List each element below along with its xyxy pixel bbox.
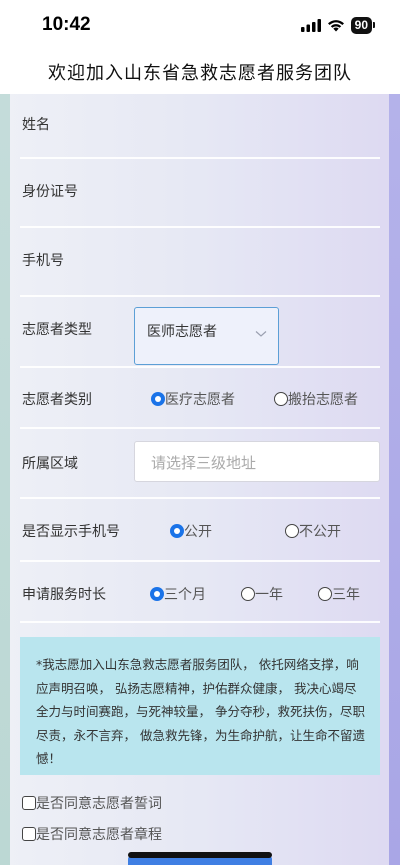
- name-field[interactable]: 姓名: [10, 94, 390, 158]
- divider: [20, 157, 380, 159]
- agree-charter-label: 是否同意志愿者章程: [36, 827, 162, 843]
- radio-unselected-icon: [274, 392, 288, 406]
- divider: [20, 226, 380, 228]
- volunteer-category-label: 志愿者类别: [22, 392, 92, 408]
- radio-unselected-icon: [285, 524, 299, 538]
- divider: [20, 295, 380, 297]
- agree-oath-checkbox[interactable]: 是否同意志愿者誓词: [22, 793, 162, 813]
- volunteer-oath-notice: *我志愿加入山东急救志愿者服务团队， 依托网络支撑，响应声明召唤， 弘扬志愿精神…: [20, 637, 380, 775]
- chevron-down-icon: [255, 331, 267, 337]
- checkbox-icon: [22, 796, 36, 810]
- radio-label: 三年: [332, 587, 360, 603]
- radio-label: 搬抬志愿者: [288, 392, 358, 408]
- radio-unselected-icon: [318, 587, 332, 601]
- area-picker-input[interactable]: 请选择三级地址: [134, 441, 380, 482]
- id-number-label: 身份证号: [22, 184, 78, 200]
- divider: [20, 621, 380, 623]
- radio-show-phone-private[interactable]: 不公开: [285, 521, 341, 541]
- radio-selected-icon: [170, 524, 184, 538]
- volunteer-type-label: 志愿者类型: [22, 322, 92, 338]
- status-icons: 90: [300, 17, 376, 34]
- radio-duration-one-year[interactable]: 一年: [241, 584, 283, 604]
- radio-duration-three-years[interactable]: 三年: [318, 584, 360, 604]
- radio-label: 公开: [184, 524, 212, 540]
- radio-selected-icon: [151, 392, 165, 406]
- nav-bar: 欢迎加入山东省急救志愿者服务团队: [0, 52, 400, 94]
- phone-field[interactable]: 手机号: [10, 229, 390, 295]
- left-edge-decoration: [0, 94, 10, 865]
- status-bar: 10:42 90: [0, 0, 400, 52]
- radio-stretcher-volunteer[interactable]: 搬抬志愿者: [274, 389, 358, 409]
- radio-label: 不公开: [299, 524, 341, 540]
- divider: [20, 427, 380, 429]
- area-label: 所属区域: [22, 456, 78, 472]
- battery-indicator: 90: [350, 17, 376, 34]
- phone-label: 手机号: [22, 253, 64, 269]
- wifi-icon: [327, 20, 344, 32]
- radio-label: 医疗志愿者: [165, 392, 235, 408]
- radio-medical-volunteer[interactable]: 医疗志愿者: [151, 389, 235, 409]
- radio-selected-icon: [150, 587, 164, 601]
- checkbox-icon: [22, 827, 36, 841]
- radio-show-phone-public[interactable]: 公开: [170, 521, 212, 541]
- name-label: 姓名: [22, 117, 50, 133]
- signal-icon: [300, 19, 321, 32]
- id-number-field[interactable]: 身份证号: [10, 160, 390, 226]
- divider: [20, 366, 380, 368]
- agree-charter-checkbox[interactable]: 是否同意志愿者章程: [22, 824, 162, 844]
- service-duration-label: 申请服务时长: [22, 587, 106, 603]
- page-title: 欢迎加入山东省急救志愿者服务团队: [48, 63, 352, 84]
- agree-oath-label: 是否同意志愿者誓词: [36, 796, 162, 812]
- show-phone-label: 是否显示手机号: [22, 524, 120, 540]
- volunteer-type-value: 医师志愿者: [147, 324, 217, 340]
- right-edge-decoration: [389, 94, 400, 865]
- radio-duration-three-months[interactable]: 三个月: [150, 584, 206, 604]
- radio-label: 三个月: [164, 587, 206, 603]
- volunteer-type-select[interactable]: 医师志愿者: [134, 307, 279, 365]
- divider: [20, 497, 380, 499]
- status-time: 10:42: [42, 14, 91, 35]
- radio-label: 一年: [255, 587, 283, 603]
- radio-unselected-icon: [241, 587, 255, 601]
- divider: [20, 560, 380, 562]
- home-indicator: [128, 852, 272, 858]
